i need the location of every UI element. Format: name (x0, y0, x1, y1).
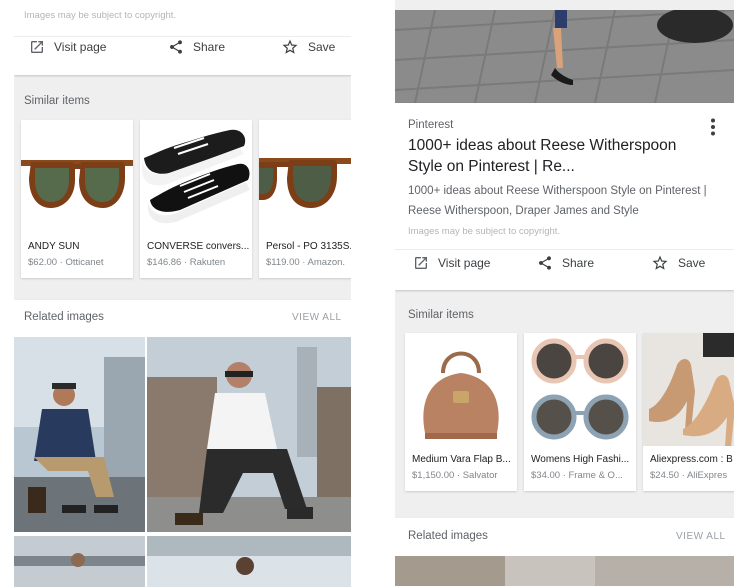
related-images-heading: Related images (24, 311, 104, 323)
save-button[interactable]: Save (651, 254, 705, 272)
divider (14, 36, 351, 37)
share-label: Share (562, 256, 595, 270)
item-price: $146.86 · Rakuten (147, 257, 226, 268)
item-name: CONVERSE convers... (147, 241, 250, 252)
similar-item-card[interactable]: Persol - PO 3135S... $119.00 · Amazon. (259, 120, 351, 278)
copyright-notice: Images may be subject to copyright. (24, 10, 177, 21)
share-icon (537, 255, 553, 271)
result-title-line-2: Style on Pinterest | Re... (408, 158, 575, 175)
similar-item-card[interactable]: CONVERSE convers... $146.86 · Rakuten (140, 120, 252, 278)
result-source: Pinterest (408, 119, 454, 131)
similar-item-card[interactable]: Womens High Fashi... $34.00 · Frame & O.… (524, 333, 636, 491)
related-image-white-tshirt-man[interactable] (147, 337, 351, 532)
item-price: $34.00 · Frame & O... (531, 470, 623, 481)
divider (395, 249, 734, 250)
tortoise-sunglasses-image (21, 120, 133, 233)
star-outline-icon (651, 254, 669, 272)
star-outline-icon (281, 38, 299, 56)
left-search-result-panel: Images may be subject to copyright. Visi… (14, 0, 351, 587)
result-description-line-2: Reese Witherspoon, Draper James and Styl… (408, 205, 639, 217)
item-name: Persol - PO 3135S... (266, 241, 351, 252)
save-label: Save (678, 256, 706, 270)
related-image-thumbnail[interactable] (395, 556, 734, 586)
related-image-bottom-right[interactable] (147, 536, 351, 587)
result-title[interactable]: 1000+ ideas about Reese Witherspoon Styl… (408, 135, 676, 177)
similar-items-heading: Similar items (24, 95, 90, 107)
similar-items-heading: Similar items (408, 309, 474, 321)
open-in-new-icon (413, 255, 429, 271)
visit-page-label: Visit page (438, 256, 491, 270)
right-search-result-panel: Pinterest 1000+ ideas about Reese Wither… (395, 0, 734, 587)
related-images-heading: Related images (408, 530, 488, 542)
similar-item-card[interactable]: Aliexpress.com : B $24.50 · AliExpres (643, 333, 734, 491)
visit-page-button[interactable]: Visit page (413, 255, 490, 271)
item-name: ANDY SUN (28, 241, 80, 252)
save-button[interactable]: Save (281, 38, 335, 56)
item-price: $24.50 · AliExpres (650, 470, 728, 481)
result-description-line-1: 1000+ ideas about Reese Witherspoon Styl… (408, 185, 707, 197)
tan-handbag-image (405, 333, 517, 446)
similar-item-card[interactable]: ANDY SUN $62.00 · Otticanet (21, 120, 133, 278)
result-info-card: Pinterest 1000+ ideas about Reese Wither… (395, 103, 734, 290)
visit-page-label: Visit page (54, 40, 107, 54)
item-price: $1,150.00 · Salvator (412, 470, 498, 481)
share-button[interactable]: Share (537, 255, 594, 271)
item-price: $62.00 · Otticanet (28, 257, 104, 268)
visit-page-button[interactable]: Visit page (29, 39, 106, 55)
result-description: 1000+ ideas about Reese Witherspoon Styl… (408, 181, 707, 221)
main-result-image[interactable] (395, 10, 734, 103)
round-sunglasses-image (524, 333, 636, 446)
copyright-notice: Images may be subject to copyright. (408, 226, 561, 237)
item-name: Aliexpress.com : B (650, 454, 733, 465)
share-button[interactable]: Share (168, 39, 225, 55)
share-label: Share (193, 40, 226, 54)
save-label: Save (308, 40, 336, 54)
black-sneakers-image (140, 120, 252, 233)
similar-item-card[interactable]: Medium Vara Flap B... $1,150.00 · Salvat… (405, 333, 517, 491)
item-name: Medium Vara Flap B... (412, 454, 511, 465)
related-images-card: Related images VIEW ALL (395, 518, 734, 587)
tortoise-sunglasses-image (259, 120, 351, 233)
related-image-seated-man[interactable] (14, 337, 145, 532)
related-image-bottom-left[interactable] (14, 536, 145, 587)
view-all-link[interactable]: VIEW ALL (292, 312, 342, 323)
view-all-link[interactable]: VIEW ALL (676, 531, 726, 542)
more-options-icon[interactable] (709, 118, 717, 136)
related-images-card: Related images VIEW ALL (14, 300, 351, 587)
result-card: Images may be subject to copyright. Visi… (14, 0, 351, 75)
item-price: $119.00 · Amazon. (266, 257, 346, 268)
share-icon (168, 39, 184, 55)
open-in-new-icon (29, 39, 45, 55)
gold-heels-image (643, 333, 734, 446)
result-title-line-1: 1000+ ideas about Reese Witherspoon (408, 137, 677, 154)
item-name: Womens High Fashi... (531, 454, 630, 465)
